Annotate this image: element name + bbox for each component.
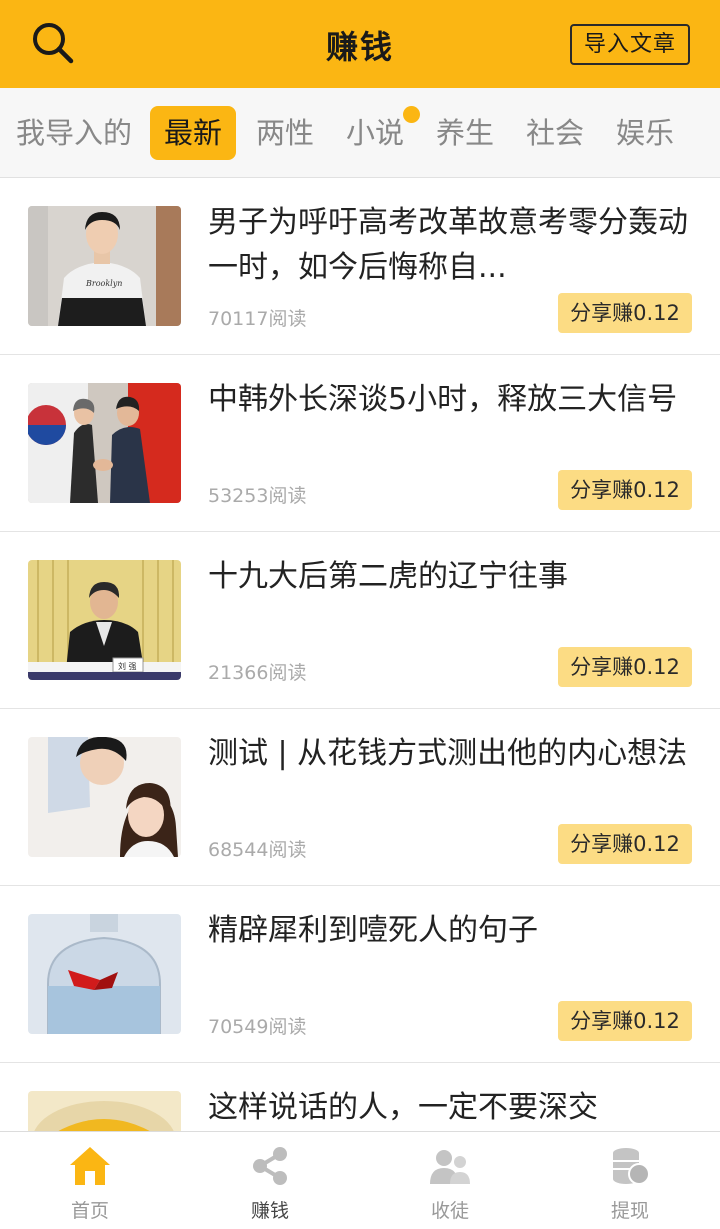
- share-earn-button[interactable]: 分享赚0.12: [558, 293, 692, 333]
- tab-society[interactable]: 社会: [526, 106, 584, 160]
- article-thumbnail: [28, 383, 181, 503]
- article-item[interactable]: 刘 强 十九大后第二虎的辽宁往事 21366阅读 分享赚0.12: [0, 532, 720, 709]
- read-count: 68544阅读: [208, 839, 307, 861]
- bottom-nav: 首页 赚钱 收徒 提现: [0, 1131, 720, 1229]
- nav-label: 首页: [70, 1200, 109, 1222]
- nav-apprentice[interactable]: 收徒: [360, 1132, 540, 1229]
- nav-label: 收徒: [430, 1200, 469, 1222]
- tab-latest[interactable]: 最新: [150, 106, 237, 160]
- article-title: 男子为呼吁高考改革故意考零分轰动一时，如今后悔称自...: [208, 205, 688, 285]
- nav-label: 提现: [610, 1200, 649, 1222]
- nav-withdraw[interactable]: 提现: [540, 1132, 720, 1229]
- import-article-button[interactable]: 导入文章: [570, 24, 690, 65]
- new-badge-dot: [403, 106, 421, 123]
- nav-home[interactable]: 首页: [0, 1132, 180, 1229]
- read-count: 21366阅读: [208, 662, 307, 684]
- share-earn-button[interactable]: 分享赚0.12: [558, 470, 692, 510]
- tab-novel-label: 小说: [346, 116, 405, 150]
- tab-health[interactable]: 养生: [436, 106, 494, 160]
- article-thumbnail: Brooklyn: [28, 206, 181, 326]
- share-nodes-icon: [253, 1147, 287, 1185]
- tab-gender[interactable]: 两性: [256, 106, 314, 160]
- article-thumbnail: [28, 737, 181, 857]
- coins-icon: [613, 1148, 650, 1185]
- article-item[interactable]: 测试 | 从花钱方式测出他的内心想法 68544阅读 分享赚0.12: [0, 709, 720, 886]
- apprentice-icon: [430, 1150, 470, 1184]
- article-title: 精辟犀利到噎死人的句子: [208, 913, 538, 948]
- read-count: 53253阅读: [208, 485, 307, 507]
- shirt-print-text: Brooklyn: [85, 279, 122, 288]
- tab-my-imports[interactable]: 我导入的: [16, 106, 132, 160]
- article-title: 这样说话的人，一定不要深交: [208, 1090, 598, 1125]
- article-title: 中韩外长深谈5小时，释放三大信号: [208, 382, 678, 417]
- article-thumbnail: 刘 强: [28, 560, 181, 680]
- share-earn-button[interactable]: 分享赚0.12: [558, 824, 692, 864]
- nameplate-text: 刘 强: [118, 661, 137, 671]
- nav-label: 赚钱: [250, 1200, 289, 1222]
- share-earn-button[interactable]: 分享赚0.12: [558, 647, 692, 687]
- article-item[interactable]: 中韩外长深谈5小时，释放三大信号 53253阅读 分享赚0.12: [0, 355, 720, 532]
- article-thumbnail: [28, 914, 181, 1034]
- tab-novel[interactable]: 小说: [346, 106, 421, 160]
- nav-earn[interactable]: 赚钱: [180, 1132, 360, 1229]
- article-item[interactable]: 精辟犀利到噎死人的句子 70549阅读 分享赚0.12: [0, 886, 720, 1063]
- category-tabs: 我导入的 最新 两性 小说 养生 社会 娱乐: [0, 88, 720, 178]
- share-earn-button[interactable]: 分享赚0.12: [558, 1001, 692, 1041]
- article-title: 十九大后第二虎的辽宁往事: [208, 559, 568, 594]
- article-title: 测试 | 从花钱方式测出他的内心想法: [208, 736, 688, 771]
- article-item[interactable]: Brooklyn 男子为呼吁高考改革故意考零分轰动一时，如今后悔称自... 70…: [0, 178, 720, 355]
- top-bar: 赚钱 导入文章: [0, 0, 720, 88]
- read-count: 70549阅读: [208, 1016, 307, 1038]
- home-icon: [70, 1147, 110, 1185]
- tab-entertainment[interactable]: 娱乐: [616, 106, 674, 160]
- read-count: 70117阅读: [208, 308, 307, 330]
